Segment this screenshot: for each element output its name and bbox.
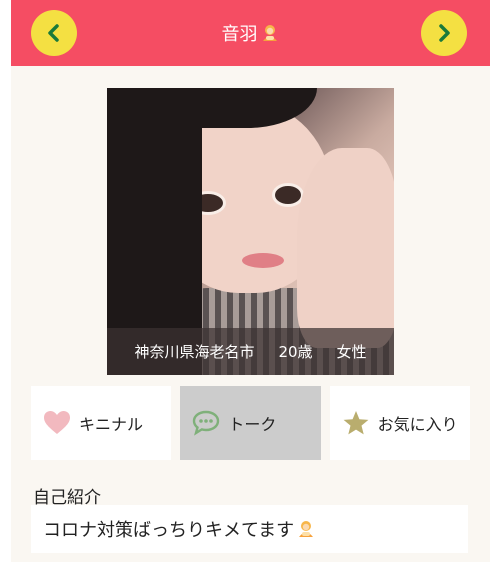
header-bar: 音羽 (11, 0, 490, 66)
age-text: 20歳 (278, 343, 313, 361)
location-text: 神奈川県海老名市 (134, 343, 255, 361)
favorite-button[interactable]: お気に入り (329, 386, 470, 460)
star-icon (343, 411, 369, 435)
chevron-right-icon (439, 24, 450, 42)
action-bar: キニナル トーク お気に入り (31, 386, 470, 460)
favorite-label: お気に入り (377, 415, 458, 434)
photo-eye (272, 183, 304, 207)
title-text: 音羽 (221, 24, 258, 45)
photo-hand (297, 148, 394, 348)
intro-box: コロナ対策ばっちりキメてます (31, 505, 468, 553)
photo-caption: 神奈川県海老名市 20歳 女性 (107, 328, 394, 375)
profile-screen: 音羽 神奈川県海老名市 20歳 女性 キニナル トーク お気に入り 自己紹介 コ… (11, 0, 490, 562)
kininaru-button[interactable]: キニナル (31, 386, 172, 460)
photo-lips (242, 253, 284, 268)
prev-profile-button[interactable] (31, 10, 77, 56)
gender-text: 女性 (336, 343, 367, 361)
chevron-left-icon (48, 24, 59, 42)
page-title: 音羽 (11, 0, 490, 66)
kininaru-label: キニナル (79, 415, 144, 434)
chat-bubble-icon (193, 410, 220, 436)
baby-emoji-icon (299, 521, 314, 537)
talk-label: トーク (228, 415, 277, 434)
profile-photo[interactable]: 神奈川県海老名市 20歳 女性 (107, 88, 394, 375)
talk-button[interactable]: トーク (180, 386, 321, 460)
intro-text: コロナ対策ばっちりキメてます (43, 520, 295, 541)
baby-emoji-icon (262, 25, 277, 41)
next-profile-button[interactable] (421, 10, 467, 56)
heart-icon (44, 411, 70, 434)
